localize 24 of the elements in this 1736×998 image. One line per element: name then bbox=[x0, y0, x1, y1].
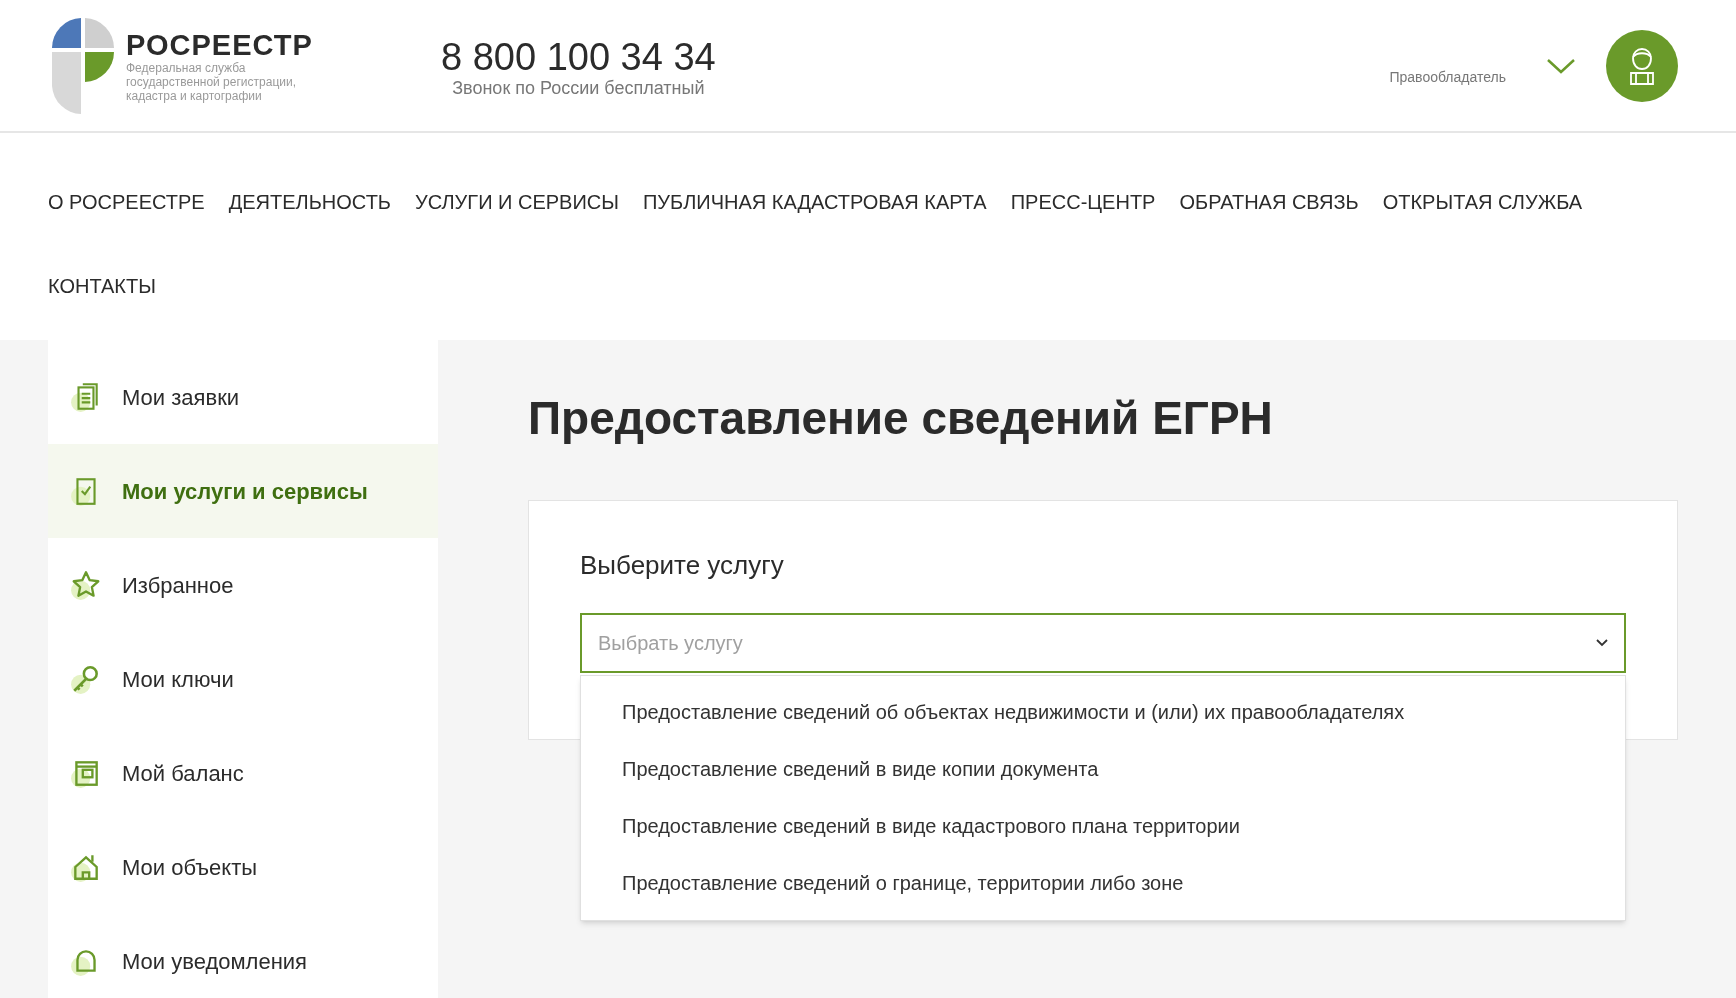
nav-link[interactable]: ПУБЛИЧНАЯ КАДАСТРОВАЯ КАРТА bbox=[643, 173, 987, 257]
nav-link[interactable]: УСЛУГИ И СЕРВИСЫ bbox=[415, 173, 619, 257]
role-label: Правообладатель bbox=[1389, 68, 1506, 87]
dropdown-option[interactable]: Предоставление сведений о границе, территории либо зоне bbox=[581, 855, 1625, 912]
chevron-down-icon bbox=[1596, 639, 1608, 647]
sidebar-item[interactable]: Мои услуги и сервисы bbox=[48, 444, 438, 538]
dropdown-option[interactable]: Предоставление сведений об объектах недвижимости и (или) их правообладателях bbox=[581, 684, 1625, 741]
chevron-down-icon[interactable] bbox=[1546, 56, 1576, 75]
page-title: Предоставление сведений ЕГРН bbox=[528, 391, 1274, 446]
nav-link[interactable]: ДЕЯТЕЛЬНОСТЬ bbox=[228, 173, 391, 257]
nav-link[interactable]: КОНТАКТЫ bbox=[48, 256, 156, 340]
nav-link[interactable]: ОТКРЫТАЯ СЛУЖБА bbox=[1382, 173, 1583, 257]
phone-note: Звонок по России бесплатный bbox=[452, 76, 705, 99]
card-heading: Выберите услугу bbox=[580, 549, 785, 581]
star-icon bbox=[70, 569, 102, 601]
dropdown-option[interactable]: Предоставление сведений в виде копии документа bbox=[581, 741, 1625, 798]
logo-wordmark: РОСРЕЕСТР bbox=[126, 28, 314, 61]
nav-link[interactable]: ПРЕСС-ЦЕНТР bbox=[1010, 173, 1156, 257]
dropdown-option[interactable]: Предоставление сведений в виде кадастрового плана территории bbox=[581, 798, 1625, 855]
logo-subtitle: Федеральная служба государственной регистрации, кадастра и картографии bbox=[126, 60, 297, 103]
phone-number: 8 800 100 34 34 bbox=[441, 36, 716, 77]
nav-link[interactable]: ОБРАТНАЯ СВЯЗЬ bbox=[1179, 173, 1359, 257]
nav-link[interactable]: О РОСРЕЕСТРЕ bbox=[48, 173, 205, 257]
logo-icon bbox=[50, 15, 116, 116]
